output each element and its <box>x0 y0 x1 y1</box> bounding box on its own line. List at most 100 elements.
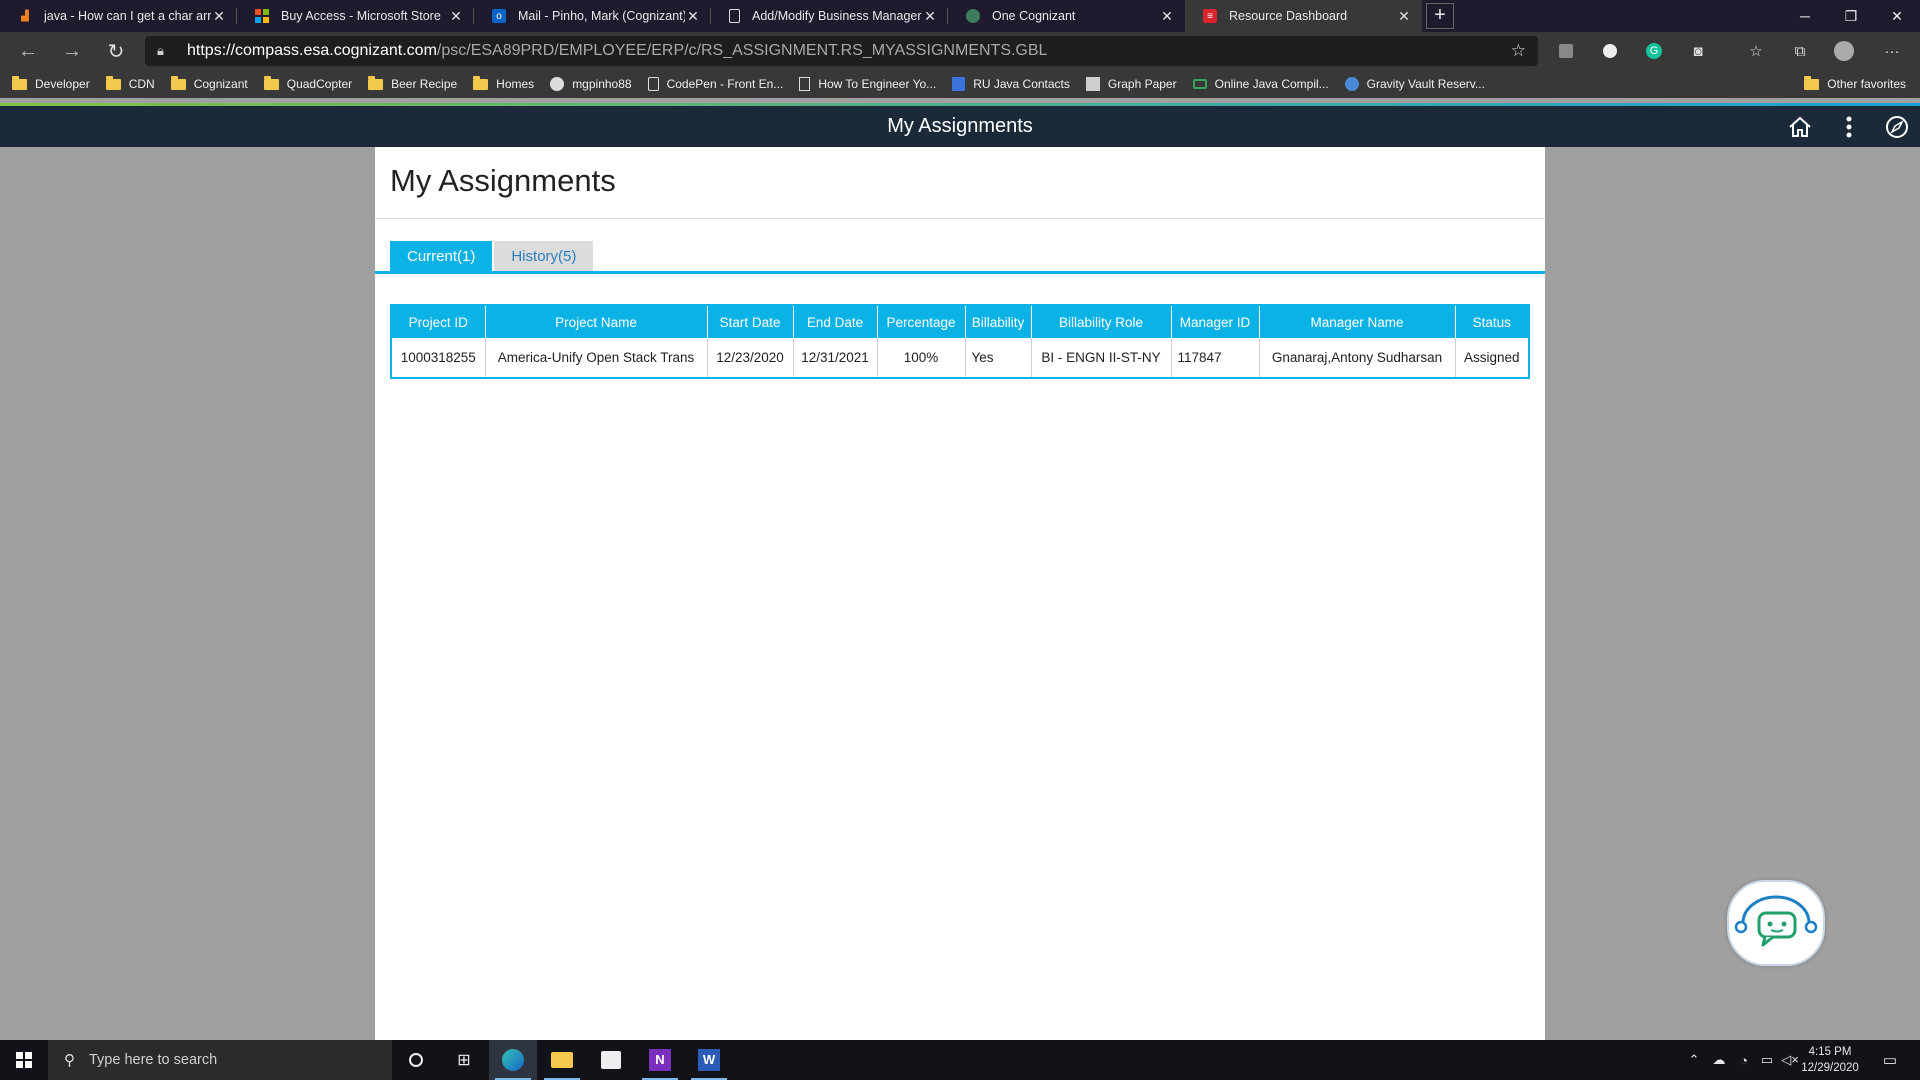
favorite-link[interactable]: Graph Paper <box>1085 77 1177 91</box>
folder-icon <box>12 75 27 90</box>
favorite-folder[interactable]: Cognizant <box>170 75 248 91</box>
windows-start-button[interactable] <box>0 1040 48 1080</box>
favorite-link[interactable]: Online Java Compil... <box>1192 77 1329 91</box>
close-tab-icon[interactable]: ✕ <box>922 8 938 25</box>
cell-project-id: 1000318255 <box>391 338 486 378</box>
navbar-compass-icon[interactable] <box>1877 106 1917 147</box>
cell-billability-role: BI - ENGN II-ST-NY <box>1031 338 1172 378</box>
edge-browser-icon[interactable] <box>489 1040 537 1080</box>
extension-circle-icon[interactable] <box>1592 32 1628 70</box>
browser-tab[interactable]: Add/Modify Business Manager ✕ <box>711 0 948 32</box>
file-explorer-icon[interactable] <box>538 1040 586 1080</box>
tab-current[interactable]: Current(1) <box>390 241 493 273</box>
extension-icon[interactable] <box>1548 32 1584 70</box>
microsoft-store-icon[interactable] <box>587 1040 635 1080</box>
onedrive-icon[interactable]: ☁ <box>1708 1040 1730 1080</box>
windows-taskbar: ⚲ Type here to search ⊞ N W ⌃ ☁ ◔ ▭ ◁× 4… <box>0 1040 1920 1080</box>
onenote-icon[interactable]: N <box>636 1040 684 1080</box>
close-tab-icon[interactable]: ✕ <box>211 8 227 25</box>
back-arrow-icon[interactable]: ← <box>6 32 50 70</box>
favorite-link[interactable]: mgpinho88 <box>550 77 632 91</box>
github-icon <box>550 77 565 91</box>
favorite-folder[interactable]: QuadCopter <box>263 75 352 91</box>
favorite-star-icon[interactable]: ☆ <box>1511 41 1526 61</box>
close-tab-icon[interactable]: ✕ <box>685 8 701 25</box>
favorite-folder[interactable]: Beer Recipe <box>368 75 457 91</box>
collections-icon[interactable]: ⧉ <box>1782 32 1818 70</box>
minimize-icon[interactable]: ─ <box>1782 0 1828 32</box>
page-icon <box>729 9 740 23</box>
tray-overflow-icon[interactable]: ⌃ <box>1684 1040 1704 1080</box>
page-icon <box>799 77 811 91</box>
network-icon[interactable]: ◔ <box>1733 1040 1755 1080</box>
tab-history[interactable]: History(5) <box>494 241 594 273</box>
taskbar-search-input[interactable]: ⚲ Type here to search <box>48 1040 392 1080</box>
camera-icon[interactable]: ◙ <box>1680 32 1716 70</box>
browser-tab[interactable]: ▟ java - How can I get a char array ✕ <box>0 0 237 32</box>
browser-tab-title: One Cognizant <box>992 9 1076 23</box>
word-icon[interactable]: W <box>685 1040 733 1080</box>
chatbot-button[interactable] <box>1727 880 1825 966</box>
browser-tab[interactable]: Buy Access - Microsoft Store ✕ <box>237 0 474 32</box>
favorite-link[interactable]: How To Engineer Yo... <box>799 77 936 91</box>
browser-tab[interactable]: One Cognizant ✕ <box>948 0 1185 32</box>
favorite-label: RU Java Contacts <box>973 77 1070 91</box>
profile-avatar-icon[interactable] <box>1826 32 1862 70</box>
chatbot-icon <box>1734 895 1818 947</box>
column-header-billability[interactable]: Billability <box>965 305 1032 338</box>
browser-tab-title: Buy Access - Microsoft Store <box>281 9 441 23</box>
close-tab-icon[interactable]: ✕ <box>1159 8 1175 25</box>
kebab-menu-icon[interactable] <box>1829 106 1869 147</box>
column-header-billability-role[interactable]: Billability Role <box>1031 305 1172 338</box>
browser-tab[interactable]: o Mail - Pinho, Mark (Cognizant) - ✕ <box>474 0 711 32</box>
more-menu-icon[interactable]: ··· <box>1874 32 1910 70</box>
header-title: My Assignments <box>887 115 1033 137</box>
system-clock[interactable]: 4:15 PM 12/29/2020 <box>1790 1040 1870 1080</box>
cell-manager-name: Gnanaraj,Antony Sudharsan <box>1259 338 1456 378</box>
clock-date: 12/29/2020 <box>1801 1062 1859 1074</box>
favorite-link[interactable]: Gravity Vault Reserv... <box>1344 77 1485 91</box>
new-tab-button[interactable]: + <box>1426 3 1454 29</box>
table-header-row: Project ID Project Name Start Date End D… <box>391 305 1529 338</box>
browser-tab-strip: ▟ java - How can I get a char array ✕ Bu… <box>0 0 1920 32</box>
graph-paper-icon <box>1085 77 1100 91</box>
assignment-tabs: Current(1) History(5) <box>390 241 595 273</box>
column-header-start-date[interactable]: Start Date <box>707 305 794 338</box>
column-header-manager-name[interactable]: Manager Name <box>1259 305 1456 338</box>
browser-tab-title: Add/Modify Business Manager <box>752 9 922 23</box>
gravity-icon <box>1344 77 1359 91</box>
favorite-link[interactable]: CodePen - Front En... <box>647 77 784 91</box>
favorites-list-icon[interactable]: ☆ <box>1738 32 1774 70</box>
column-header-project-id[interactable]: Project ID <box>391 305 486 338</box>
column-header-project-name[interactable]: Project Name <box>485 305 708 338</box>
notifications-icon[interactable]: ▭ <box>1875 1040 1905 1080</box>
favorite-link[interactable]: RU Java Contacts <box>952 77 1070 91</box>
browser-tab-active[interactable]: ≡ Resource Dashboard ✕ <box>1185 0 1422 32</box>
close-window-icon[interactable]: ✕ <box>1874 0 1920 32</box>
favorite-folder[interactable]: CDN <box>105 75 155 91</box>
forward-arrow-icon[interactable]: → <box>50 32 94 70</box>
refresh-icon[interactable]: ↻ <box>94 32 138 70</box>
url-host: https://compass.esa.cognizant.com <box>187 42 437 59</box>
close-tab-icon[interactable]: ✕ <box>448 8 464 25</box>
column-header-status[interactable]: Status <box>1455 305 1529 338</box>
favorite-folder[interactable]: Homes <box>473 75 534 91</box>
folder-icon <box>473 75 489 90</box>
table-row[interactable]: 1000318255 America-Unify Open Stack Tran… <box>391 338 1529 378</box>
home-icon[interactable] <box>1780 106 1820 147</box>
column-header-manager-id[interactable]: Manager ID <box>1171 305 1260 338</box>
grammarly-icon[interactable]: G <box>1636 32 1672 70</box>
other-favorites[interactable]: Other favorites <box>1804 70 1906 98</box>
task-view-icon[interactable]: ⊞ <box>440 1040 488 1080</box>
favorite-label: CodePen - Front En... <box>666 77 784 91</box>
column-header-percentage[interactable]: Percentage <box>877 305 966 338</box>
close-tab-icon[interactable]: ✕ <box>1396 8 1412 25</box>
cortana-icon[interactable] <box>392 1040 440 1080</box>
browser-tab-title: Mail - Pinho, Mark (Cognizant) - <box>518 9 685 23</box>
battery-icon[interactable]: ▭ <box>1756 1040 1778 1080</box>
address-bar[interactable]: 🔒︎ https://compass.esa.cognizant.com/psc… <box>145 36 1538 66</box>
restore-icon[interactable]: ❐ <box>1828 0 1874 32</box>
favorite-folder[interactable]: Developer <box>12 75 90 91</box>
column-header-end-date[interactable]: End Date <box>793 305 878 338</box>
outlook-icon: o <box>492 9 506 23</box>
